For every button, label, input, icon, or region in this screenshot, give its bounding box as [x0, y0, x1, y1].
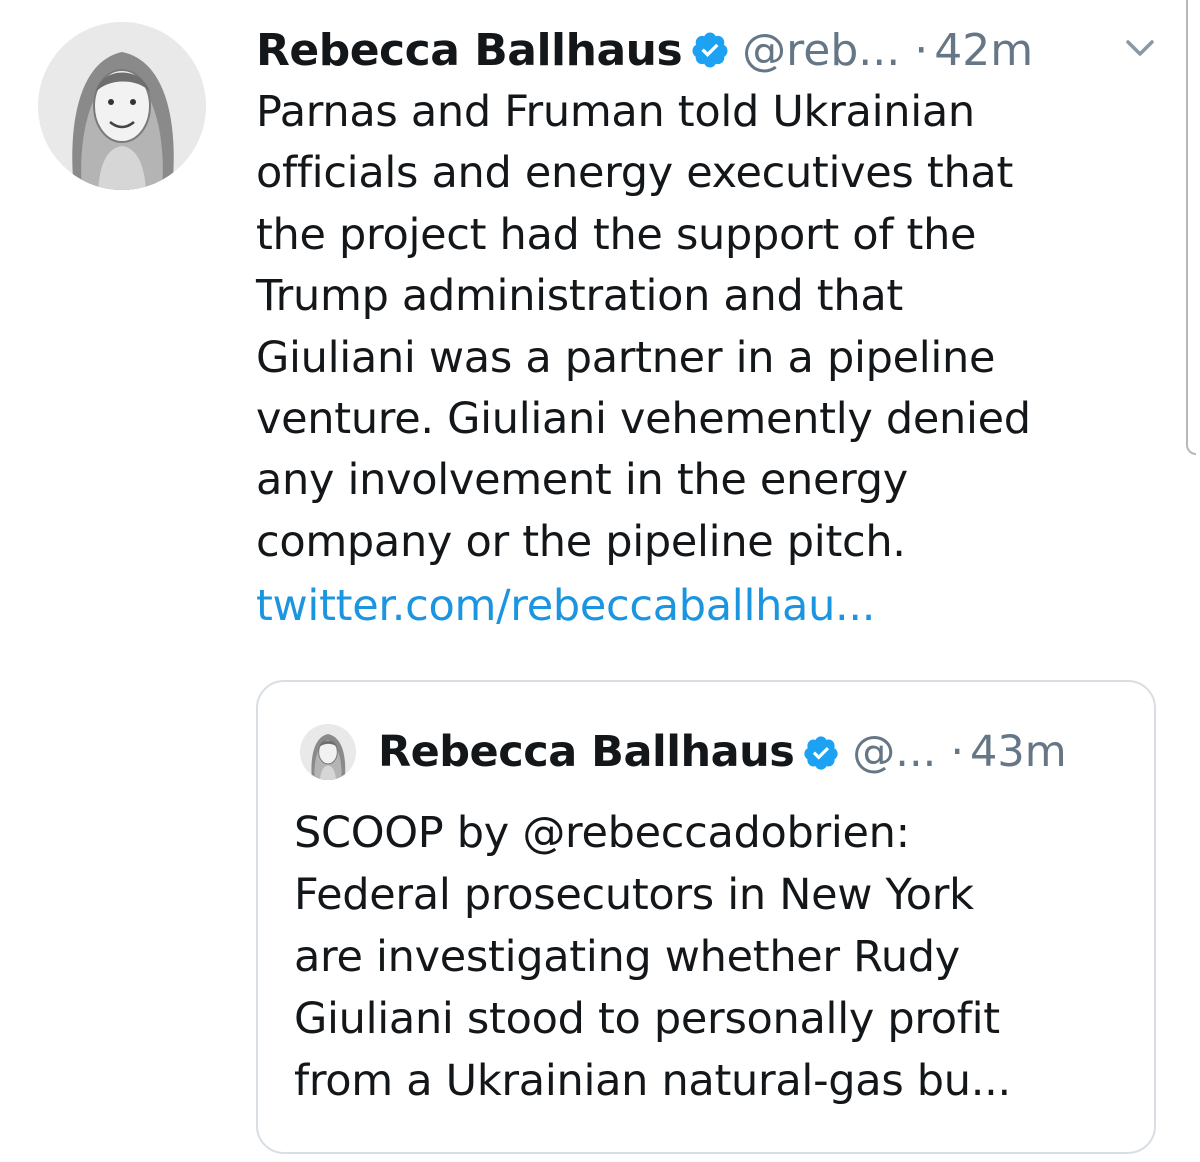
quoted-author-handle: @...: [852, 727, 937, 777]
tweet-text: Parnas and Fruman told Ukrainian officia…: [256, 87, 1031, 567]
author-handle[interactable]: @reb...: [742, 25, 900, 76]
separator-dot: ·: [950, 727, 964, 777]
quoted-author-avatar: [300, 724, 356, 780]
tweet-timestamp[interactable]: 42m: [934, 25, 1033, 76]
quoted-tweet-card[interactable]: Rebecca Ballhaus @... · 43m SCOOP by @re…: [256, 680, 1156, 1154]
tweet-header: Rebecca Ballhaus @reb... · 42m: [256, 22, 1033, 78]
author-name[interactable]: Rebecca Ballhaus: [256, 25, 683, 76]
separator-dot: ·: [914, 24, 929, 76]
chevron-down-icon[interactable]: [1120, 34, 1160, 64]
quoted-tweet-timestamp: 43m: [969, 727, 1067, 777]
quoted-tweet-header: Rebecca Ballhaus @... · 43m: [378, 724, 1067, 780]
tweet-link[interactable]: twitter.com/rebeccaballhau...: [256, 576, 875, 637]
quoted-tweet-text: SCOOP by @rebeccadobrien: Federal prosec…: [294, 808, 1011, 1106]
verified-badge-icon: [690, 30, 730, 70]
author-avatar[interactable]: [38, 22, 206, 190]
scrollbar[interactable]: [1186, 0, 1196, 455]
quoted-author-name: Rebecca Ballhaus: [378, 727, 795, 777]
verified-badge-icon: [802, 733, 840, 771]
tweet[interactable]: Rebecca Ballhaus @reb... · 42m Parnas an…: [0, 0, 1200, 1162]
